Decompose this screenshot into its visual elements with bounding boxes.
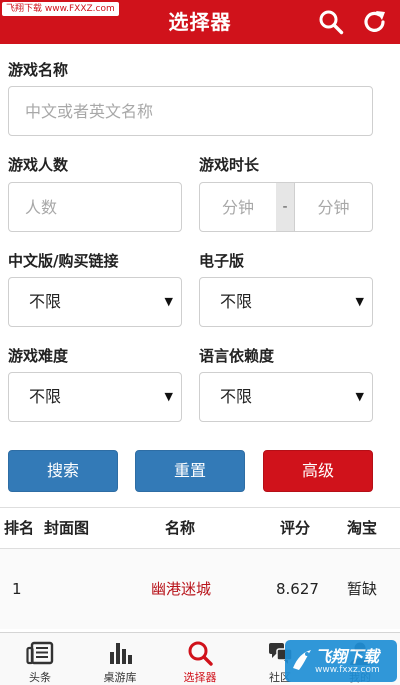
bar-chart-icon [110, 643, 132, 664]
column-header-score: 评分 [280, 519, 311, 537]
chinese-version-label: 中文版/购买链接 [8, 252, 119, 270]
taobao-cell: 暂缺 [347, 580, 378, 598]
column-header-cover: 封面图 [44, 519, 90, 537]
digital-select[interactable]: 不限 ▼ [199, 277, 373, 327]
bird-logo-icon [293, 650, 311, 670]
tab-label: 头条 [29, 671, 51, 684]
column-header-taobao: 淘宝 [347, 519, 378, 537]
select-value: 不限 [220, 292, 253, 311]
tab-label: 选择器 [183, 671, 217, 684]
tab-news[interactable]: 头条 [0, 633, 80, 685]
difficulty-label: 游戏难度 [8, 347, 69, 365]
language-label: 语言依赖度 [199, 347, 275, 365]
select-value: 不限 [29, 387, 62, 406]
table-row[interactable]: 1 幽港迷城 8.627 暂缺 [0, 549, 400, 629]
digital-label: 电子版 [199, 252, 245, 270]
caret-down-icon: ▼ [355, 390, 364, 403]
search-icon[interactable] [318, 9, 344, 35]
refresh-icon[interactable] [362, 9, 388, 35]
watermark-logo-title: 飞翔下载 [315, 647, 380, 666]
duration-max-input[interactable] [294, 182, 373, 232]
game-name-label: 游戏名称 [8, 61, 69, 79]
search-button[interactable]: 搜索 [8, 450, 118, 492]
caret-down-icon: ▼ [164, 390, 173, 403]
difficulty-select[interactable]: 不限 ▼ [8, 372, 182, 422]
watermark-logo-url: www.fxxz.com [315, 665, 380, 675]
duration-label: 游戏时长 [199, 156, 260, 174]
caret-down-icon: ▼ [164, 295, 173, 308]
chinese-version-select[interactable]: 不限 ▼ [8, 277, 182, 327]
players-input[interactable] [8, 182, 182, 232]
duration-min-input[interactable] [199, 182, 277, 232]
rank-cell: 1 [12, 580, 22, 598]
caret-down-icon: ▼ [355, 295, 364, 308]
tab-selector[interactable]: 选择器 [160, 633, 240, 685]
game-name-link[interactable]: 幽港迷城 [151, 549, 211, 629]
column-header-rank: 排名 [4, 519, 35, 537]
search-icon [188, 641, 213, 666]
tab-library[interactable]: 桌游库 [80, 633, 160, 685]
select-value: 不限 [220, 387, 253, 406]
game-name-input[interactable] [8, 86, 373, 136]
tab-label: 桌游库 [103, 671, 137, 684]
duration-separator: - [276, 182, 294, 232]
news-icon [26, 641, 54, 665]
select-value: 不限 [29, 292, 62, 311]
app-header: 飞翔下载 www.FXXZ.com 选择器 [0, 0, 400, 44]
column-header-name: 名称 [165, 519, 196, 537]
advanced-button[interactable]: 高级 [263, 450, 373, 492]
table-header: 排名 封面图 名称 评分 淘宝 [0, 507, 400, 549]
players-label: 游戏人数 [8, 156, 69, 174]
score-cell: 8.627 [276, 580, 319, 598]
watermark-logo: 飞翔下载 www.fxxz.com [285, 640, 397, 682]
reset-button[interactable]: 重置 [135, 450, 245, 492]
language-select[interactable]: 不限 ▼ [199, 372, 373, 422]
